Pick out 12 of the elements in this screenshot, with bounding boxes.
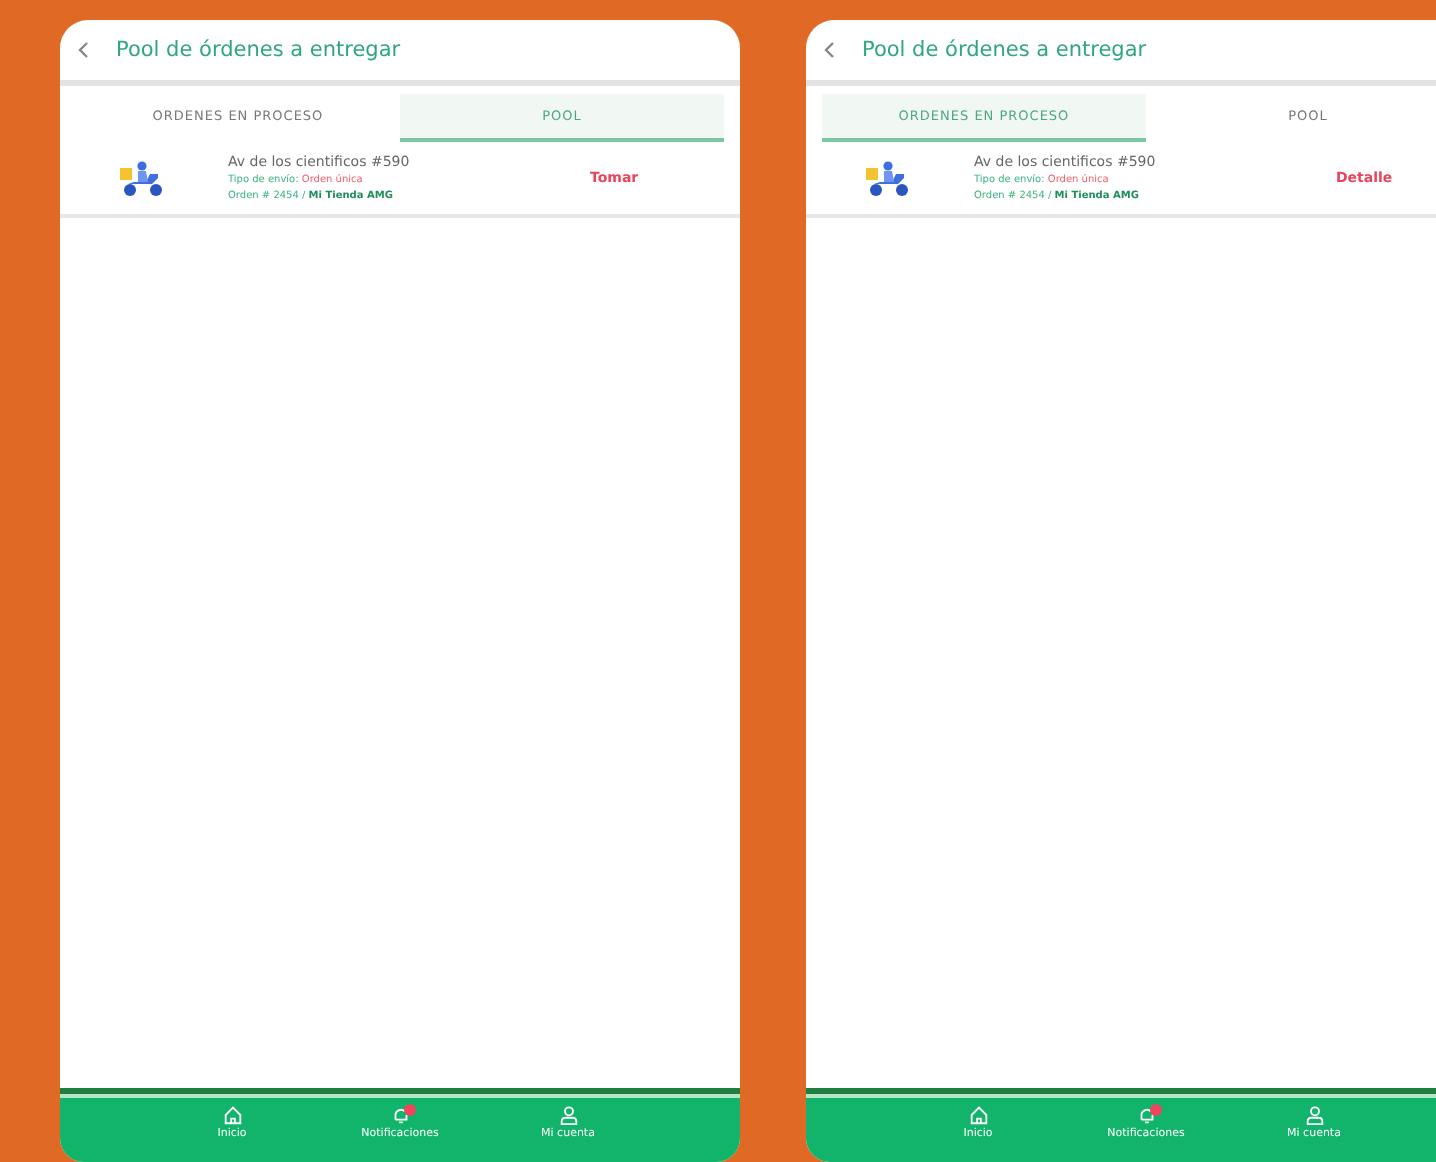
scooter-icon	[862, 156, 914, 200]
home-icon	[967, 1104, 989, 1126]
home-icon	[221, 1104, 243, 1126]
user-icon	[1303, 1104, 1325, 1126]
scooter-icon	[116, 156, 168, 200]
user-icon	[557, 1104, 579, 1126]
back-icon[interactable]	[822, 40, 838, 60]
bell-icon	[389, 1104, 411, 1126]
screen-title: Pool de órdenes a entregar	[116, 38, 401, 62]
screen-title: Pool de órdenes a entregar	[862, 38, 1147, 62]
back-icon[interactable]	[76, 40, 92, 60]
bell-icon	[1135, 1104, 1157, 1126]
